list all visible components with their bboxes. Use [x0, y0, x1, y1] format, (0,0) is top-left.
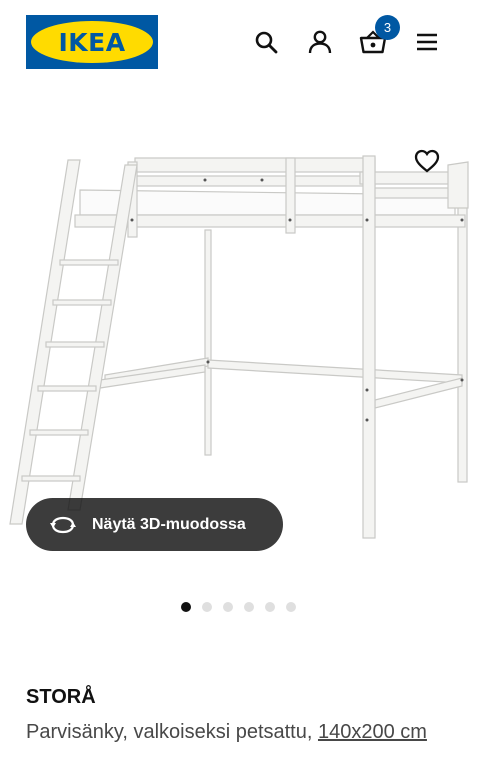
cart-count-badge: 3	[375, 15, 400, 40]
search-icon[interactable]	[250, 26, 282, 58]
account-icon[interactable]	[304, 26, 336, 58]
rotate-3d-icon	[50, 516, 76, 533]
product-name: STORÅ	[26, 686, 96, 708]
gallery-dot-3[interactable]	[223, 602, 233, 612]
product-description-text: Parvisänky, valkoiseksi petsattu,	[26, 721, 318, 743]
gallery-dot-2[interactable]	[202, 602, 212, 612]
product-description: Parvisänky, valkoiseksi petsattu, 140x20…	[26, 716, 456, 748]
gallery-dot-1[interactable]	[181, 602, 191, 612]
logo-text: IKEA	[58, 27, 126, 57]
ikea-logo[interactable]: IKEA	[26, 15, 158, 69]
gallery-dot-4[interactable]	[244, 602, 254, 612]
product-size-link[interactable]: 140x200 cm	[318, 721, 427, 743]
gallery-dot-5[interactable]	[265, 602, 275, 612]
gallery-pagination	[181, 602, 296, 612]
view-in-3d-label: Näytä 3D-muodossa	[92, 515, 246, 533]
favorite-heart-icon[interactable]	[410, 144, 444, 178]
view-in-3d-button[interactable]: Näytä 3D-muodossa	[26, 498, 283, 551]
site-header: IKEA 3	[0, 0, 480, 86]
gallery-dot-6[interactable]	[286, 602, 296, 612]
menu-icon[interactable]	[411, 26, 443, 58]
